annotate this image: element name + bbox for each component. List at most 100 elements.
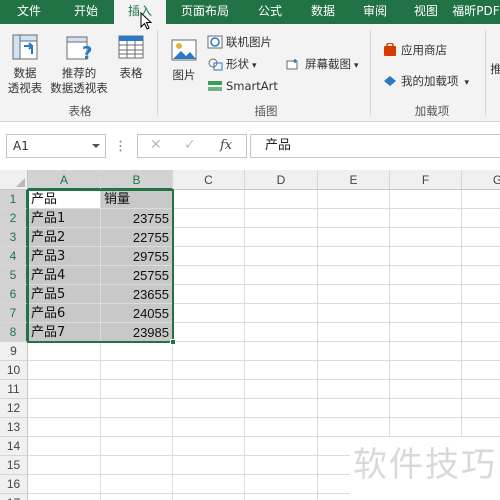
column-header-C[interactable]: C — [173, 170, 245, 190]
insert-function-icon[interactable]: fx — [220, 138, 232, 153]
row-header-1[interactable]: 1 — [0, 190, 28, 209]
cell-D13[interactable] — [245, 418, 318, 437]
cell-G13[interactable] — [462, 418, 500, 437]
cell-E9[interactable] — [318, 342, 390, 361]
cell-B14[interactable] — [101, 437, 173, 456]
cell-B3[interactable]: 22755 — [101, 228, 173, 247]
cell-D6[interactable] — [245, 285, 318, 304]
row-header-17[interactable]: 17 — [0, 494, 28, 500]
column-header-G[interactable]: G — [462, 170, 500, 190]
cell-F10[interactable] — [390, 361, 462, 380]
cell-A14[interactable] — [28, 437, 101, 456]
cell-C12[interactable] — [173, 399, 245, 418]
cell-C16[interactable] — [173, 475, 245, 494]
cell-C3[interactable] — [173, 228, 245, 247]
cell-F6[interactable] — [390, 285, 462, 304]
cell-A5[interactable]: 产品4 — [28, 266, 101, 285]
cell-E7[interactable] — [318, 304, 390, 323]
cell-D12[interactable] — [245, 399, 318, 418]
cell-C7[interactable] — [173, 304, 245, 323]
cell-C2[interactable] — [173, 209, 245, 228]
table-button[interactable]: 表格 — [112, 32, 150, 81]
row-header-14[interactable]: 14 — [0, 437, 28, 456]
cell-C4[interactable] — [173, 247, 245, 266]
cell-B11[interactable] — [101, 380, 173, 399]
cell-B10[interactable] — [101, 361, 173, 380]
cell-D11[interactable] — [245, 380, 318, 399]
cell-F7[interactable] — [390, 304, 462, 323]
cell-A4[interactable]: 产品3 — [28, 247, 101, 266]
cell-G2[interactable] — [462, 209, 500, 228]
tab-7[interactable]: 视图 — [400, 0, 452, 24]
row-header-4[interactable]: 4 — [0, 247, 28, 266]
cell-F3[interactable] — [390, 228, 462, 247]
cell-A17[interactable] — [28, 494, 101, 500]
column-header-E[interactable]: E — [318, 170, 390, 190]
row-header-3[interactable]: 3 — [0, 228, 28, 247]
store-button[interactable]: 应用商店 — [382, 41, 447, 59]
cell-G8[interactable] — [462, 323, 500, 342]
smartart-button[interactable]: SmartArt — [207, 77, 278, 95]
recommended-charts-button[interactable]: 推 — [489, 62, 500, 77]
cell-A10[interactable] — [28, 361, 101, 380]
cell-A15[interactable] — [28, 456, 101, 475]
cell-A13[interactable] — [28, 418, 101, 437]
cell-E13[interactable] — [318, 418, 390, 437]
cell-D14[interactable] — [245, 437, 318, 456]
row-header-2[interactable]: 2 — [0, 209, 28, 228]
cell-A16[interactable] — [28, 475, 101, 494]
cell-E8[interactable] — [318, 323, 390, 342]
cell-G11[interactable] — [462, 380, 500, 399]
cell-G10[interactable] — [462, 361, 500, 380]
screenshot-button[interactable]: 屏幕截图 ▾ — [286, 55, 359, 73]
recommended-pivot-button[interactable]: ? 推荐的 数据透视表 — [48, 32, 110, 96]
tab-4[interactable]: 公式 — [244, 0, 296, 24]
cell-G4[interactable] — [462, 247, 500, 266]
cell-F8[interactable] — [390, 323, 462, 342]
cell-D8[interactable] — [245, 323, 318, 342]
cell-E11[interactable] — [318, 380, 390, 399]
cell-F11[interactable] — [390, 380, 462, 399]
cell-B9[interactable] — [101, 342, 173, 361]
cell-F13[interactable] — [390, 418, 462, 437]
cell-C10[interactable] — [173, 361, 245, 380]
cell-E3[interactable] — [318, 228, 390, 247]
cell-G5[interactable] — [462, 266, 500, 285]
cell-C5[interactable] — [173, 266, 245, 285]
row-header-5[interactable]: 5 — [0, 266, 28, 285]
cell-D4[interactable] — [245, 247, 318, 266]
pictures-button[interactable]: 图片 — [166, 36, 202, 83]
pivot-table-button[interactable]: 数据 透视表 — [4, 32, 46, 96]
formula-bar-grip[interactable] — [119, 140, 122, 152]
tab-3[interactable]: 页面布局 — [166, 0, 244, 24]
cell-F9[interactable] — [390, 342, 462, 361]
cell-D3[interactable] — [245, 228, 318, 247]
cell-D10[interactable] — [245, 361, 318, 380]
cell-E12[interactable] — [318, 399, 390, 418]
online-pictures-button[interactable]: 联机图片 — [207, 33, 272, 51]
shapes-button[interactable]: 形状 ▾ — [207, 55, 257, 73]
row-header-11[interactable]: 11 — [0, 380, 28, 399]
cell-C9[interactable] — [173, 342, 245, 361]
cell-B6[interactable]: 23655 — [101, 285, 173, 304]
cell-C1[interactable] — [173, 190, 245, 209]
cell-B15[interactable] — [101, 456, 173, 475]
cell-F1[interactable] — [390, 190, 462, 209]
row-header-13[interactable]: 13 — [0, 418, 28, 437]
cell-B13[interactable] — [101, 418, 173, 437]
cell-E10[interactable] — [318, 361, 390, 380]
cell-E4[interactable] — [318, 247, 390, 266]
fill-handle[interactable] — [170, 339, 176, 345]
cell-B17[interactable] — [101, 494, 173, 500]
cell-C6[interactable] — [173, 285, 245, 304]
cell-E2[interactable] — [318, 209, 390, 228]
cell-D16[interactable] — [245, 475, 318, 494]
cell-A9[interactable] — [28, 342, 101, 361]
cell-D7[interactable] — [245, 304, 318, 323]
cell-A6[interactable]: 产品5 — [28, 285, 101, 304]
cell-C14[interactable] — [173, 437, 245, 456]
enter-icon[interactable]: ✓ — [184, 137, 196, 153]
cell-A1[interactable]: 产品 — [28, 190, 101, 209]
tab-1[interactable]: 开始 — [58, 0, 114, 24]
cancel-icon[interactable]: ✕ — [150, 137, 162, 153]
